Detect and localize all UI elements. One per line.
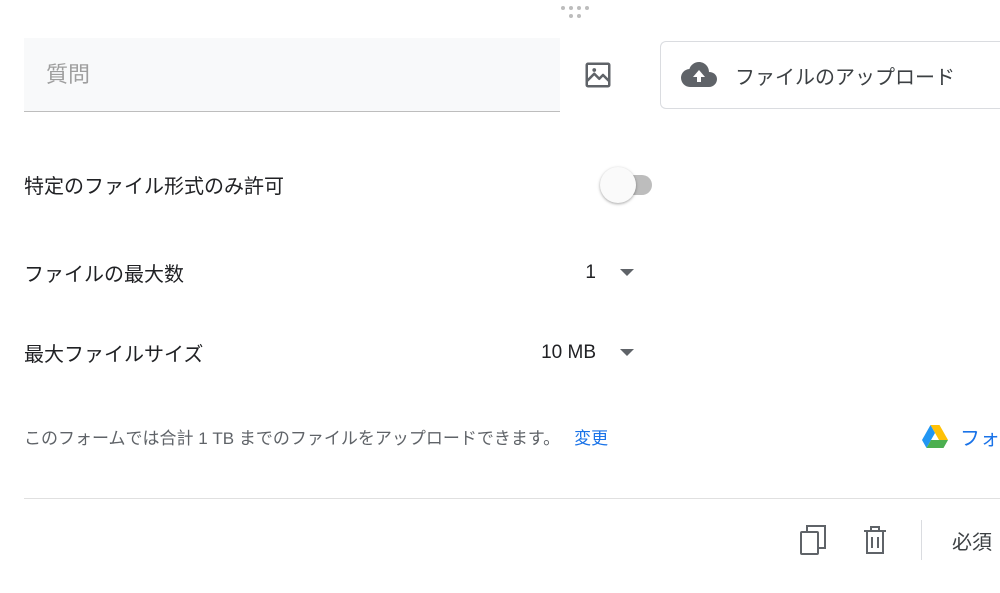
upload-limit-info: このフォームでは合計 1 TB までのファイルをアップロードできます。 xyxy=(24,424,560,449)
file-type-restrict-label: 特定のファイル形式のみ許可 xyxy=(24,170,604,199)
change-limit-link[interactable]: 変更 xyxy=(574,424,608,449)
drive-link-label: フォ xyxy=(960,422,1000,451)
drag-handle-icon[interactable] xyxy=(560,6,590,18)
question-type-selector[interactable]: ファイルのアップロード xyxy=(660,41,1000,109)
divider xyxy=(24,498,1000,499)
required-label: 必須 xyxy=(952,526,992,555)
view-folder-link[interactable]: フォ xyxy=(922,422,1000,451)
drive-icon xyxy=(922,425,948,449)
chevron-down-icon xyxy=(620,269,634,276)
max-size-dropdown[interactable]: 10 MB xyxy=(541,342,634,364)
cloud-upload-icon xyxy=(681,62,717,88)
trash-icon xyxy=(863,525,887,555)
add-image-button[interactable] xyxy=(582,59,614,91)
duplicate-button[interactable] xyxy=(797,524,829,556)
delete-button[interactable] xyxy=(859,524,891,556)
chevron-down-icon xyxy=(620,349,634,356)
copy-icon xyxy=(800,525,826,555)
footer-divider xyxy=(921,520,922,560)
max-files-dropdown[interactable]: 1 xyxy=(585,262,634,284)
file-type-restrict-toggle[interactable] xyxy=(604,175,652,195)
image-icon xyxy=(583,60,613,90)
max-size-label: 最大ファイルサイズ xyxy=(24,338,541,367)
question-type-label: ファイルのアップロード xyxy=(735,61,955,90)
max-files-value: 1 xyxy=(585,262,596,284)
max-files-label: ファイルの最大数 xyxy=(24,258,585,287)
max-size-value: 10 MB xyxy=(541,342,596,364)
question-title-input[interactable] xyxy=(24,38,560,112)
